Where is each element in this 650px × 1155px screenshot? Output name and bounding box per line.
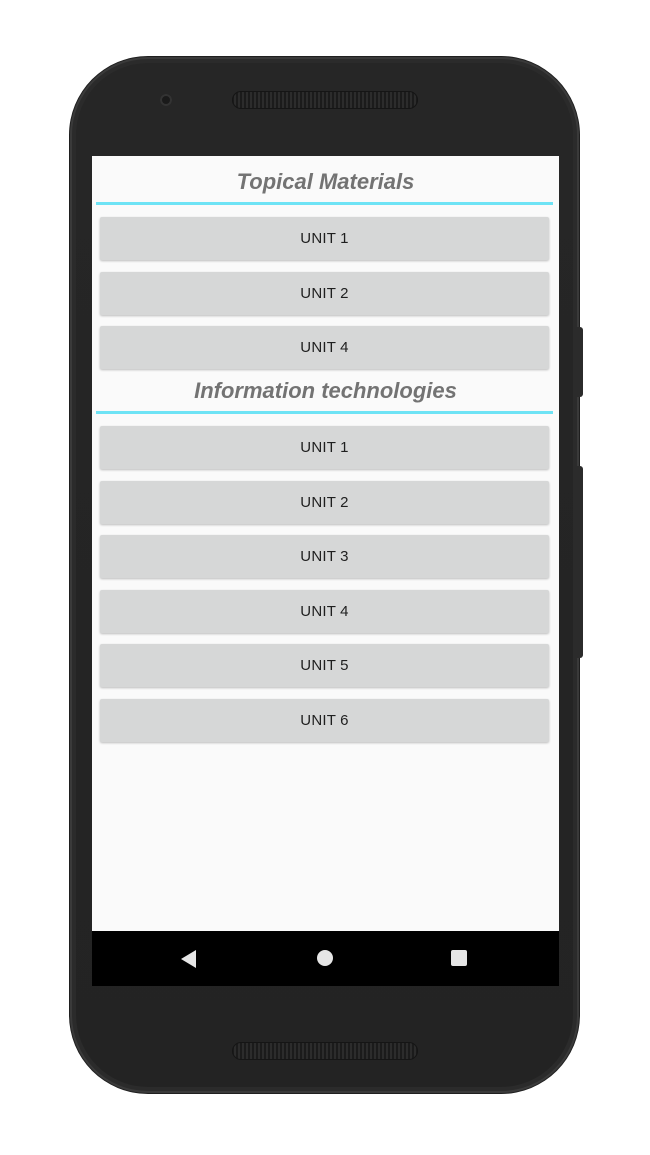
android-navigation-bar: [92, 931, 559, 986]
topical-unit-4-button[interactable]: UNIT 4: [100, 326, 549, 369]
home-icon[interactable]: [317, 950, 333, 966]
it-unit-2-button[interactable]: UNIT 2: [100, 481, 549, 524]
it-unit-4-button[interactable]: UNIT 4: [100, 590, 549, 633]
topical-unit-1-button[interactable]: UNIT 1: [100, 217, 549, 260]
front-camera: [160, 94, 172, 106]
back-icon[interactable]: [181, 950, 196, 968]
recents-icon[interactable]: [451, 950, 467, 966]
volume-button: [577, 466, 583, 658]
section-divider: [96, 411, 553, 414]
it-unit-6-button[interactable]: UNIT 6: [100, 699, 549, 742]
section-title-topical-materials: Topical Materials: [236, 169, 415, 194]
it-unit-3-button[interactable]: UNIT 3: [100, 535, 549, 578]
topical-unit-2-button[interactable]: UNIT 2: [100, 272, 549, 315]
app-screen: Topical Materials UNIT 1 UNIT 2 UNIT 4 I…: [92, 156, 559, 931]
section-title-information-technologies: Information technologies: [194, 378, 457, 403]
it-unit-5-button[interactable]: UNIT 5: [100, 644, 549, 687]
earpiece-speaker: [232, 91, 418, 109]
bottom-speaker: [232, 1042, 418, 1060]
it-unit-1-button[interactable]: UNIT 1: [100, 426, 549, 469]
section-divider: [96, 202, 553, 205]
power-button: [577, 327, 583, 397]
